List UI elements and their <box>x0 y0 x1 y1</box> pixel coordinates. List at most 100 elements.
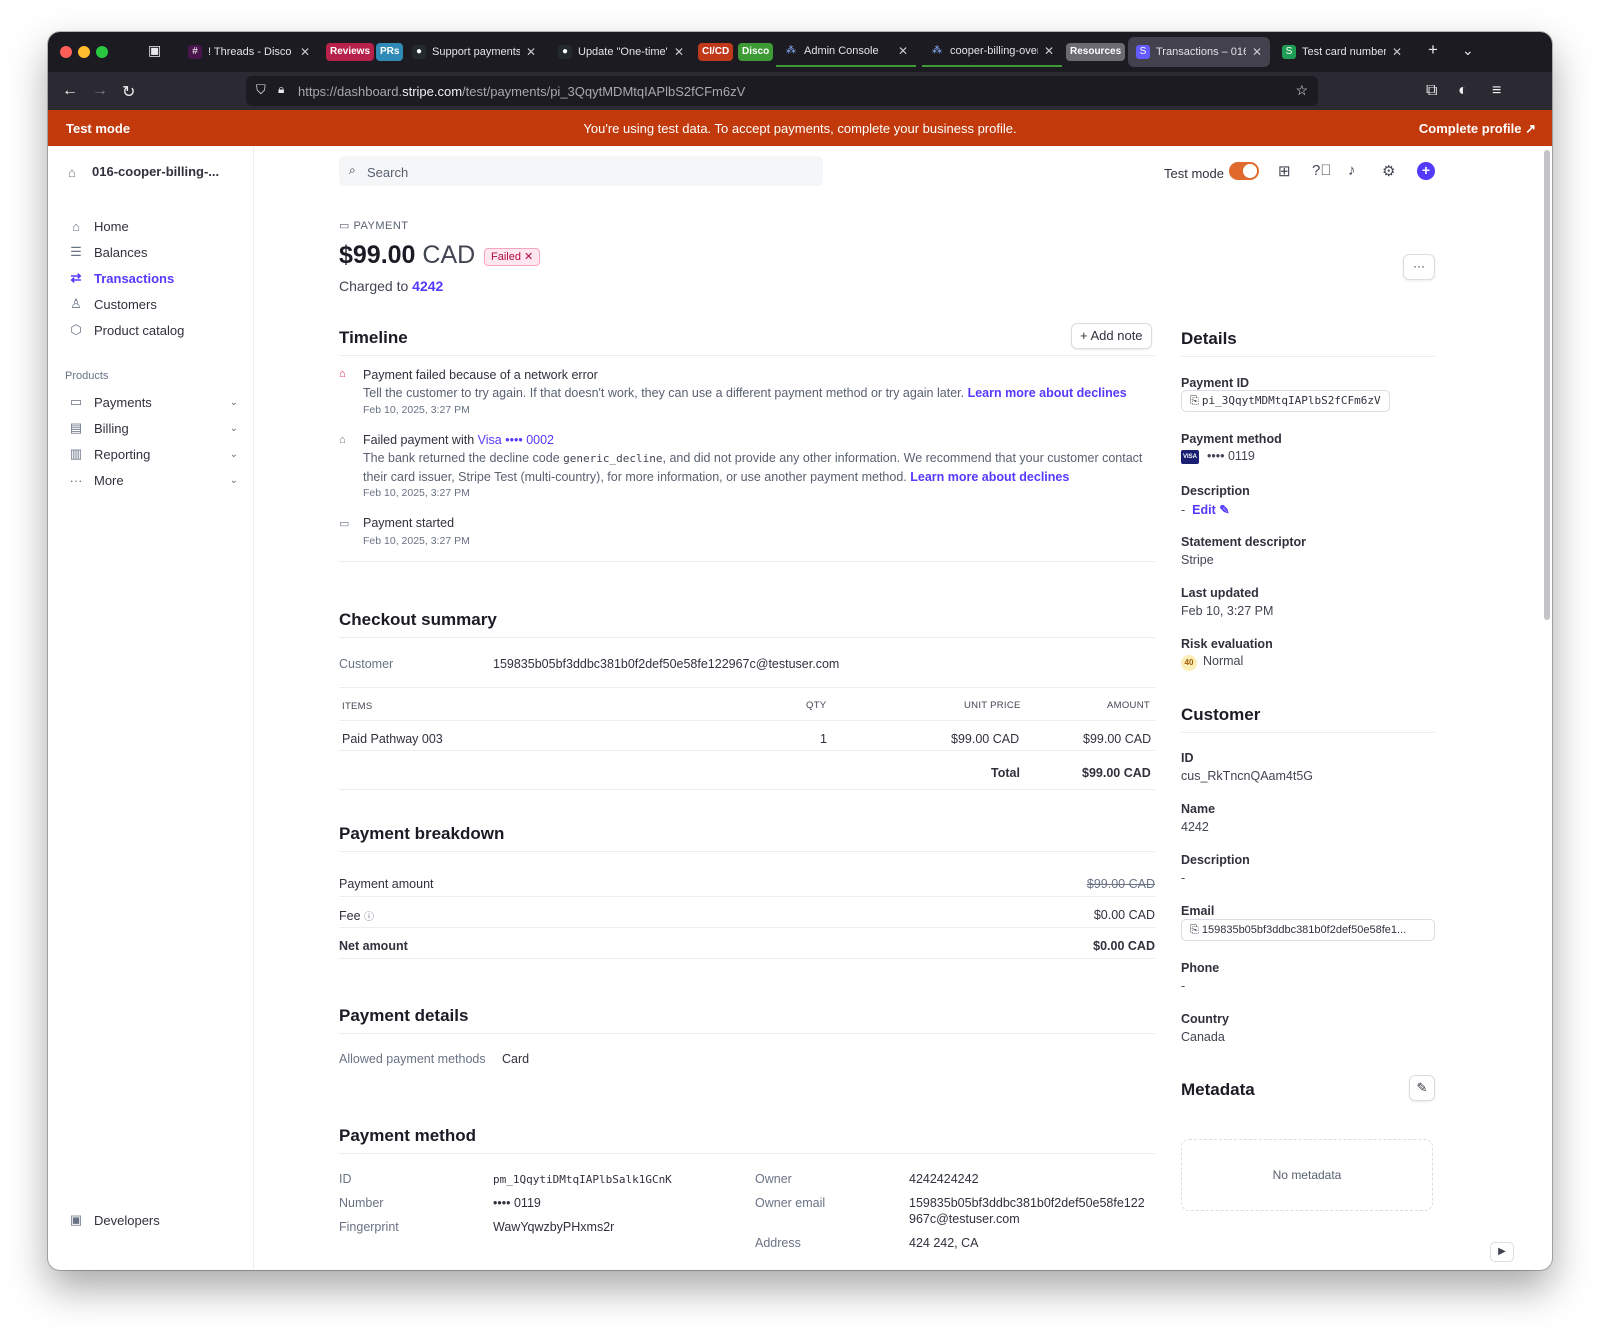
risk-score-badge: 40 <box>1181 655 1197 671</box>
forward-arrow-icon[interactable]: → <box>92 82 108 100</box>
close-tab-icon[interactable]: ✕ <box>674 45 684 59</box>
close-tab-icon[interactable]: ✕ <box>1392 45 1402 59</box>
sidebar-item-payments[interactable]: ▭ Payments ⌄ <box>68 392 238 412</box>
maximize-window-button[interactable] <box>96 46 108 58</box>
chevron-down-icon: ⌄ <box>229 448 238 460</box>
info-icon[interactable]: ⓘ <box>364 912 374 923</box>
sidebar-item-reporting[interactable]: ▥ Reporting ⌄ <box>68 444 238 464</box>
tab-list-chevron-icon[interactable]: ⌄ <box>1462 42 1474 59</box>
description-value: - Edit ✎ <box>1181 502 1230 517</box>
close-tab-icon[interactable]: ✕ <box>1252 45 1262 59</box>
shield-icon: ⛉ <box>256 82 266 97</box>
copy-icon: ⎘ <box>1190 924 1202 936</box>
gear-icon[interactable]: ⚙ <box>1382 162 1395 180</box>
stripe-docs-icon: S <box>1282 45 1296 59</box>
tab-overview-icon[interactable]: ▣ <box>148 42 161 59</box>
chart-icon: ▥ <box>69 446 83 461</box>
statement-descriptor-value: Stripe <box>1181 553 1214 567</box>
lock-icon: 🔒︎ <box>278 82 285 96</box>
close-window-button[interactable] <box>60 46 72 58</box>
close-tab-icon[interactable]: ✕ <box>300 45 310 59</box>
help-icon[interactable]: ?⃝ <box>1312 162 1332 179</box>
metadata-title: Metadata <box>1181 1080 1255 1099</box>
edit-metadata-button[interactable]: ✎ <box>1409 1075 1435 1101</box>
learn-more-declines-link[interactable]: Learn more about declines <box>910 470 1069 484</box>
tab-threads[interactable]: # ! Threads - Disco - 1 n ✕ <box>180 37 318 67</box>
tab-transactions[interactable]: S Transactions – 016-c ✕ <box>1128 37 1270 67</box>
bank-failed-icon: ⌂ <box>339 368 346 380</box>
customer-phone-value: - <box>1181 979 1186 993</box>
sidebar-item-transactions[interactable]: ⇄ Transactions <box>68 268 238 288</box>
sidebar-item-home[interactable]: ⌂ Home <box>68 216 238 236</box>
account-switcher[interactable]: ⌂ 016-cooper-billing-... <box>68 164 219 180</box>
sidebar-item-developers[interactable]: ▣ Developers <box>68 1210 238 1230</box>
bookmark-prs[interactable]: PRs <box>376 43 404 61</box>
more-dots-icon: ··· <box>69 472 83 488</box>
more-actions-button[interactable]: ··· <box>1403 254 1435 280</box>
tab-test-card-numbers[interactable]: S Test card numbers | S ✕ <box>1274 37 1410 67</box>
fee-label-text: Fee <box>339 909 361 923</box>
menu-icon[interactable]: ≡ <box>1492 82 1501 100</box>
edit-description-link[interactable]: Edit ✎ <box>1192 503 1230 517</box>
items-header: ITEMS <box>342 701 373 712</box>
sidebar-item-balances[interactable]: ☰ Balances <box>68 242 238 262</box>
transactions-icon: ⇄ <box>70 270 82 285</box>
url-text: https://dashboard.stripe.com/test/paymen… <box>298 84 746 99</box>
customer-email-copy-button[interactable]: ⎘ 159835b05bf3ddbc381b0f2def50e58fe1... <box>1181 919 1435 941</box>
payment-method-value: VISA •••• 0119 <box>1181 449 1255 464</box>
address-field[interactable]: ⛉ 🔒︎ https://dashboard.stripe.com/test/p… <box>246 76 1318 106</box>
sidebar-item-customers[interactable]: ♙ Customers <box>68 294 238 314</box>
terminal-shell-icon[interactable]: ▶ <box>1490 1242 1514 1262</box>
learn-more-declines-link[interactable]: Learn more about declines <box>968 386 1127 400</box>
charged-to-link[interactable]: 4242 <box>412 278 443 294</box>
bookmark-cicd[interactable]: CI/CD <box>698 43 734 61</box>
tab-title: cooper-billing-overha <box>950 45 1038 57</box>
sidebar-item-label: Customers <box>94 296 157 312</box>
tab-update-one-time[interactable]: ● Update "One-time" la ✕ <box>550 37 692 67</box>
customer-email-label: Email <box>1181 904 1215 918</box>
bookmark-reviews[interactable]: Reviews <box>326 43 375 61</box>
create-plus-button[interactable]: + <box>1417 162 1435 180</box>
customer-id-link[interactable]: cus_RkTncnQAam4t5G <box>1181 769 1313 783</box>
payment-id-copy-button[interactable]: ⎘ pi_3QqytMDMtqIAPlbS2fCFm6zV <box>1181 390 1390 412</box>
back-arrow-icon[interactable]: ← <box>62 82 78 100</box>
sidebar-item-product-catalog[interactable]: ⬡ Product catalog <box>68 320 238 340</box>
checkout-summary-title: Checkout summary <box>339 610 497 629</box>
bookmark-resources[interactable]: Resources <box>1066 43 1126 61</box>
close-tab-icon[interactable]: ✕ <box>1044 44 1054 58</box>
complete-profile-link[interactable]: Complete profile ↗ <box>1419 121 1536 137</box>
reload-icon[interactable]: ↻ <box>122 82 135 102</box>
last-updated-label: Last updated <box>1181 586 1259 600</box>
close-tab-icon[interactable]: ✕ <box>526 45 536 59</box>
page-scrollbar[interactable] <box>1544 150 1550 620</box>
chevron-down-icon: ⌄ <box>229 474 238 486</box>
test-mode-toggle[interactable] <box>1229 162 1259 180</box>
app-icon: ⁂ <box>932 45 942 56</box>
tab-support-payments[interactable]: ● Support payments for ✕ <box>404 37 544 67</box>
banner-test-mode-label: Test mode <box>66 121 131 136</box>
pm-fingerprint-link[interactable]: WawYqwzbyPHxms2r <box>493 1220 614 1234</box>
extensions-icon[interactable]: ⧉ <box>1426 82 1437 100</box>
new-tab-icon[interactable]: + <box>1428 40 1438 60</box>
tab-cooper-billing[interactable]: ⁂ cooper-billing-overha ✕ <box>922 37 1062 67</box>
products-section-label: Products <box>65 370 109 382</box>
bookmark-star-icon[interactable]: ☆ <box>1295 82 1308 99</box>
close-tab-icon[interactable]: ✕ <box>898 44 908 58</box>
bookmark-disco[interactable]: Disco <box>738 43 774 61</box>
sidebar-item-more[interactable]: ··· More ⌄ <box>68 470 239 490</box>
apps-icon[interactable]: ⊞ <box>1278 162 1291 180</box>
tab-admin-console[interactable]: ⁂ Admin Console ✕ <box>776 37 916 67</box>
event-body-text: Tell the customer to try again. If that … <box>363 386 965 400</box>
add-note-button[interactable]: + Add note <box>1071 323 1152 349</box>
pm-id-value: pm_1QqytiDMtqIAPlbSalk1GCnK <box>493 1173 672 1186</box>
customer-email-link[interactable]: 159835b05bf3ddbc381b0f2def50e58fe122967c… <box>493 657 839 671</box>
visa-card-link[interactable]: Visa •••• 0002 <box>478 433 554 447</box>
search-input[interactable]: ⌕ Search <box>339 156 823 186</box>
minimize-window-button[interactable] <box>78 46 90 58</box>
risk-evaluation-value: 40 Normal <box>1181 654 1243 671</box>
account-icon[interactable]: ◐ <box>1458 82 1468 100</box>
sidebar-item-label: Balances <box>94 244 148 260</box>
pm-owner-label: Owner <box>755 1172 792 1186</box>
bell-icon[interactable]: ♪ <box>1348 162 1356 179</box>
sidebar-item-billing[interactable]: ▤ Billing ⌄ <box>68 418 238 438</box>
